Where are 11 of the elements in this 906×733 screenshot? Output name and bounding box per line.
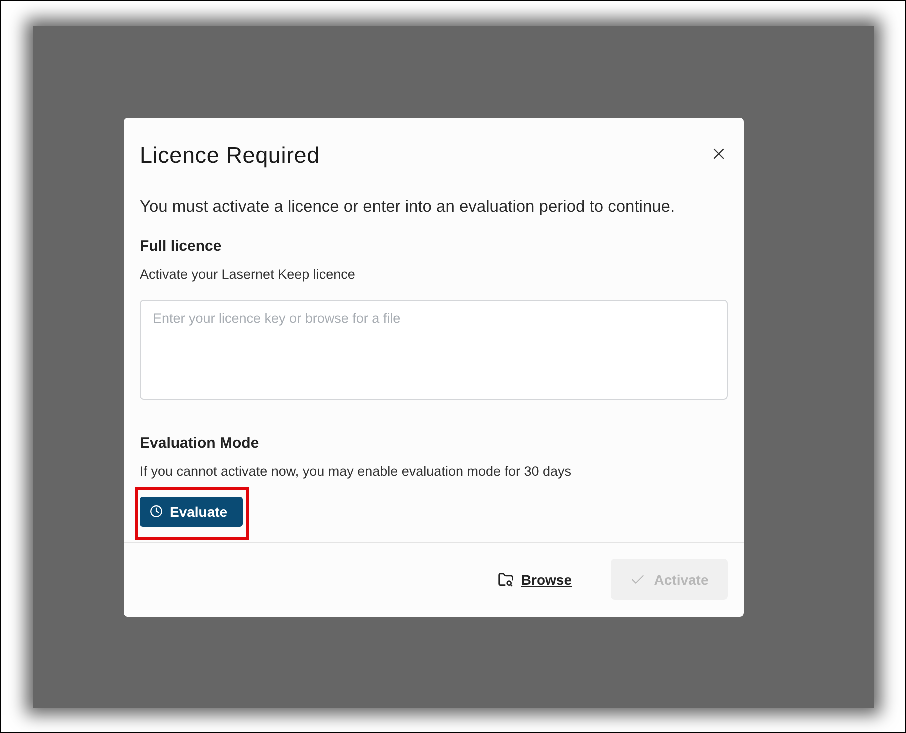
section-heading: Evaluation Mode [140,434,260,454]
browse-link[interactable]: Browse [498,572,572,588]
evaluate-button[interactable]: Evaluate [140,496,243,526]
section-description: Activate your Lasernet Keep licence [140,266,356,284]
dialog-message: You must activate a licence or enter into an evaluation period to continue. [140,196,676,216]
licence-key-field[interactable]: Enter your licence key or browse for a file [140,300,728,400]
dialog-title: Licence Required [140,143,320,169]
clock-icon [150,505,163,518]
folder-search-icon [498,572,514,588]
section-description: If you cannot activate now, you may enable evaluation mode for 30 days [140,462,573,480]
section-heading: Full licence [140,236,223,256]
